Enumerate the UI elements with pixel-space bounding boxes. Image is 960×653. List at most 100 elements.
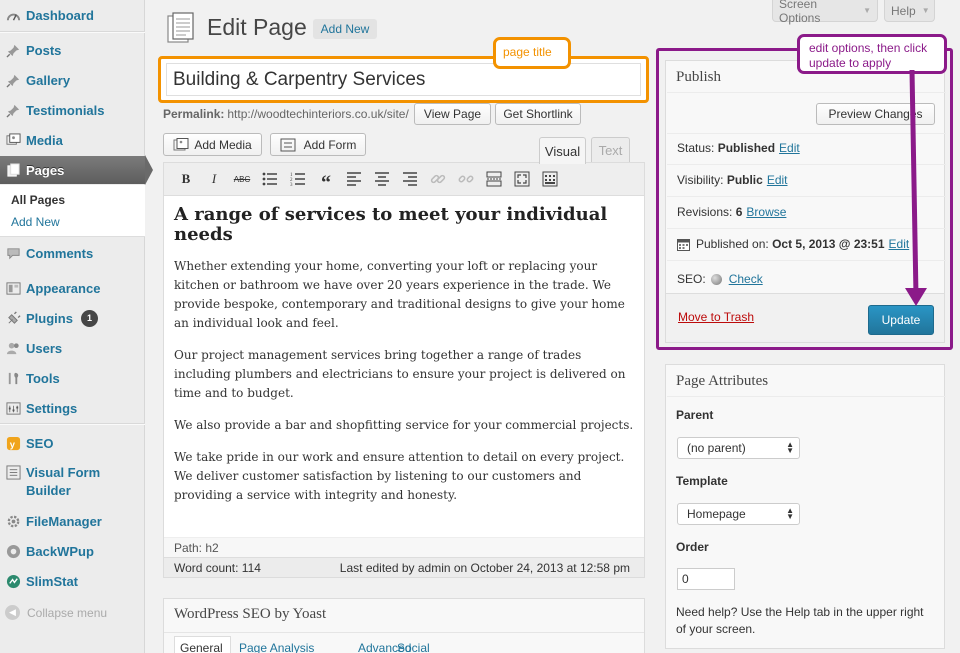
- annotation-arrow-icon: [905, 70, 927, 306]
- submenu-all-pages[interactable]: All Pages: [11, 193, 65, 207]
- italic-button[interactable]: I: [205, 170, 223, 188]
- collapse-arrow-icon: ◀: [5, 605, 20, 620]
- view-page-button[interactable]: View Page: [414, 103, 491, 125]
- align-right-button[interactable]: [401, 170, 419, 188]
- seo-tab-general[interactable]: General: [180, 641, 223, 653]
- screen-options-label: Screen Options: [779, 0, 821, 25]
- add-media-button[interactable]: Add Media: [163, 133, 262, 156]
- sidebar-item-label: FileManager: [26, 513, 102, 529]
- template-select-value: Homepage: [687, 507, 746, 521]
- sidebar-item-plugins[interactable]: Plugins 1: [0, 304, 145, 332]
- sidebar-item-users[interactable]: Users: [0, 334, 145, 362]
- permalink-row: Permalink: http://woodtechinteriors.co.u…: [163, 107, 409, 121]
- sidebar-item-label: SEO: [26, 435, 54, 451]
- align-left-button[interactable]: [345, 170, 363, 188]
- sidebar-item-comments[interactable]: Comments: [0, 239, 145, 267]
- tools-icon: [5, 370, 22, 387]
- sidebar-item-gallery[interactable]: Gallery: [0, 66, 145, 94]
- sidebar-item-dashboard[interactable]: Dashboard: [0, 1, 145, 29]
- parent-select[interactable]: (no parent) ▲ ▼: [677, 437, 800, 459]
- sidebar-item-visual-form-builder[interactable]: Visual Form Builder: [0, 459, 145, 499]
- template-label: Template: [676, 474, 728, 488]
- permalink-url[interactable]: http://woodtechinteriors.co.uk/site/: [227, 107, 408, 121]
- parent-label: Parent: [676, 408, 714, 422]
- sidebar-item-label: Posts: [26, 42, 62, 58]
- fullscreen-button[interactable]: [513, 170, 531, 188]
- sidebar-item-label: Visual Form Builder: [26, 465, 101, 498]
- svg-text:y: y: [10, 439, 16, 449]
- sidebar-item-posts[interactable]: Posts: [0, 36, 145, 64]
- collapse-menu[interactable]: ◀ Collapse menu: [5, 605, 107, 620]
- select-arrows-icon: ▲ ▼: [786, 506, 794, 521]
- title-highlight-box: Building & Carpentry Services: [158, 56, 649, 103]
- editor-content[interactable]: A range of services to meet your individ…: [164, 196, 644, 527]
- appearance-icon: [5, 280, 22, 297]
- numbered-list-button[interactable]: 123: [289, 170, 307, 188]
- comment-icon: [5, 245, 22, 262]
- tab-text[interactable]: Text: [591, 137, 630, 163]
- pages-submenu: All Pages Add New: [0, 185, 145, 237]
- plugins-update-badge: 1: [80, 309, 98, 327]
- screen-options-button[interactable]: Screen Options ▼: [772, 0, 878, 25]
- menu-separator: [0, 423, 145, 425]
- tab-visual[interactable]: Visual: [539, 137, 586, 164]
- sidebar-item-filemanager[interactable]: FileManager: [0, 507, 145, 535]
- sidebar-item-testimonials[interactable]: Testimonials: [0, 96, 145, 124]
- sidebar-item-settings[interactable]: Settings: [0, 394, 145, 422]
- insert-link-button[interactable]: [429, 170, 447, 188]
- get-shortlink-button[interactable]: Get Shortlink: [495, 103, 581, 125]
- stats-icon: [5, 573, 22, 590]
- content-paragraph: Whether extending your home, converting …: [174, 259, 625, 330]
- bullet-list-icon: [262, 172, 277, 186]
- content-editor[interactable]: B I ABC 123 “ A range of services to mee…: [163, 162, 645, 578]
- order-label: Order: [676, 540, 709, 554]
- strikethrough-button[interactable]: ABC: [233, 170, 251, 188]
- page-title-callout: page title: [493, 37, 571, 69]
- post-title-input[interactable]: Building & Carpentry Services: [166, 63, 641, 96]
- pin-icon: [5, 42, 22, 59]
- insert-more-button[interactable]: [485, 170, 503, 188]
- sidebar-item-appearance[interactable]: Appearance: [0, 274, 145, 302]
- pages-icon: [5, 162, 22, 179]
- numbered-list-icon: 123: [290, 173, 305, 187]
- sidebar-item-media[interactable]: Media: [0, 126, 145, 154]
- seo-tab-page-analysis[interactable]: Page Analysis: [239, 641, 314, 653]
- permalink-label: Permalink:: [163, 107, 225, 121]
- order-input[interactable]: 0: [677, 568, 735, 590]
- help-button[interactable]: Help ▼: [884, 0, 935, 22]
- template-select[interactable]: Homepage ▲ ▼: [677, 503, 800, 525]
- add-form-button[interactable]: Add Form: [270, 133, 366, 156]
- content-heading: A range of services to meet your individ…: [174, 204, 608, 245]
- sidebar-item-pages[interactable]: Pages: [0, 156, 145, 184]
- collapse-menu-label: Collapse menu: [27, 605, 108, 620]
- word-count: Word count: 114: [174, 561, 261, 575]
- parent-select-value: (no parent): [687, 441, 746, 455]
- submenu-add-new[interactable]: Add New: [11, 215, 60, 229]
- kitchen-sink-button[interactable]: [541, 170, 559, 188]
- current-menu-arrow: [145, 155, 153, 185]
- sidebar-item-backwpup[interactable]: BackWPup: [0, 537, 145, 565]
- sidebar-item-label: Gallery: [26, 72, 71, 88]
- sidebar-item-seo[interactable]: y SEO: [0, 429, 145, 457]
- users-icon: [5, 340, 22, 357]
- bold-button[interactable]: B: [177, 170, 195, 188]
- edit-options-callout: edit options, then click update to apply: [797, 34, 947, 74]
- editor-path: Path: h2: [164, 537, 644, 557]
- link-icon: [430, 174, 446, 184]
- page-attributes-title: Page Attributes: [676, 373, 769, 389]
- fullscreen-icon: [514, 171, 530, 187]
- help-text: Need help? Use the Help tab in the upper…: [676, 605, 924, 636]
- plugin-icon: [5, 310, 22, 327]
- sidebar-item-label: Comments: [26, 245, 94, 261]
- seo-tab-social[interactable]: Social: [397, 641, 430, 653]
- sidebar-item-label: Dashboard: [26, 7, 94, 23]
- unlink-button[interactable]: [457, 170, 475, 188]
- bullet-list-button[interactable]: [261, 170, 279, 188]
- sidebar-item-slimstat[interactable]: SlimStat: [0, 567, 145, 595]
- sidebar-item-label: BackWPup: [26, 543, 94, 559]
- align-center-button[interactable]: [373, 170, 391, 188]
- sidebar-item-tools[interactable]: Tools: [0, 364, 145, 392]
- add-new-button[interactable]: Add New: [313, 19, 377, 39]
- blockquote-button[interactable]: “: [317, 170, 335, 194]
- yoast-seo-box: WordPress SEO by Yoast General Page Anal…: [163, 598, 645, 653]
